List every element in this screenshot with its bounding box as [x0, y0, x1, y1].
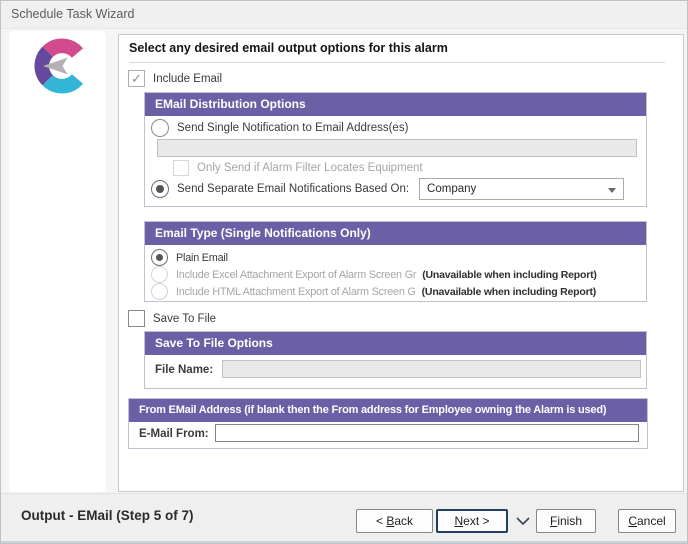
based-on-dropdown[interactable]: Company [419, 178, 624, 200]
excel-attachment-row: Include Excel Attachment Export of Alarm… [151, 266, 642, 283]
only-send-row: Only Send if Alarm Filter Locates Equipm… [173, 160, 423, 176]
only-send-label: Only Send if Alarm Filter Locates Equipm… [197, 162, 423, 174]
email-distribution-header: EMail Distribution Options [145, 93, 646, 116]
only-send-checkbox [173, 160, 189, 176]
heading-divider [129, 62, 665, 63]
window-title: Schedule Task Wizard [11, 7, 134, 21]
wizard-side-panel [9, 31, 106, 492]
excel-unavailable-note: (Unavailable when including Report) [422, 269, 596, 281]
email-type-header: Email Type (Single Notifications Only) [145, 222, 646, 245]
save-to-file-header: Save To File Options [145, 332, 646, 355]
title-bar[interactable]: Schedule Task Wizard [1, 1, 687, 29]
excel-attachment-label: Include Excel Attachment Export of Alarm… [176, 269, 416, 281]
html-attachment-row: Include HTML Attachment Export of Alarm … [151, 283, 642, 300]
chevron-down-icon [608, 188, 616, 193]
include-email-row: Include Email [128, 70, 222, 87]
html-attachment-label: Include HTML Attachment Export of Alarm … [176, 286, 416, 298]
send-separate-radio[interactable] [151, 180, 169, 198]
file-name-label: File Name: [155, 364, 213, 376]
from-email-section: From EMail Address (if blank then the Fr… [128, 398, 648, 449]
send-single-row: Send Single Notification to Email Addres… [151, 119, 408, 137]
include-email-label: Include Email [153, 73, 222, 85]
email-from-label: E-Mail From: [139, 428, 209, 440]
page-title: Select any desired email output options … [129, 41, 448, 55]
cancel-button[interactable]: Cancel [618, 509, 676, 533]
plain-email-label: Plain Email [176, 252, 228, 264]
send-single-label: Send Single Notification to Email Addres… [177, 122, 408, 134]
wizard-content-panel: Select any desired email output options … [118, 34, 684, 492]
plain-email-row: Plain Email [151, 249, 642, 266]
save-to-file-checkbox[interactable] [128, 310, 145, 327]
include-email-checkbox[interactable] [128, 70, 145, 87]
email-type-section: Email Type (Single Notifications Only) P… [144, 221, 647, 302]
html-unavailable-note: (Unavailable when including Report) [422, 286, 596, 298]
app-logo-icon [34, 38, 90, 94]
based-on-selected-value: Company [427, 183, 476, 195]
from-email-header: From EMail Address (if blank then the Fr… [129, 399, 647, 422]
send-separate-label: Send Separate Email Notifications Based … [177, 183, 409, 195]
send-separate-row: Send Separate Email Notifications Based … [151, 178, 640, 200]
footer-bar: Output - EMail (Step 5 of 7) < Back Next… [1, 493, 687, 544]
plain-email-radio[interactable] [151, 249, 168, 266]
file-name-input [222, 360, 641, 378]
excel-attachment-radio [151, 266, 168, 283]
send-single-radio[interactable] [151, 119, 169, 137]
email-from-input[interactable] [215, 424, 639, 442]
back-button[interactable]: < Back [356, 509, 433, 533]
schedule-task-wizard-window: Schedule Task Wizard Select any desired … [0, 0, 688, 544]
email-distribution-section: EMail Distribution Options Send Single N… [144, 92, 647, 207]
html-attachment-radio [151, 283, 168, 300]
save-to-file-label: Save To File [153, 313, 216, 325]
next-button[interactable]: Next > [436, 509, 508, 533]
save-to-file-row: Save To File [128, 310, 216, 327]
wizard-step-status: Output - EMail (Step 5 of 7) [21, 508, 194, 523]
save-to-file-section: Save To File Options File Name: [144, 331, 647, 389]
email-addresses-input [157, 139, 637, 157]
finish-button[interactable]: Finish [536, 509, 596, 533]
next-dropdown-chevron-icon[interactable] [510, 509, 536, 533]
